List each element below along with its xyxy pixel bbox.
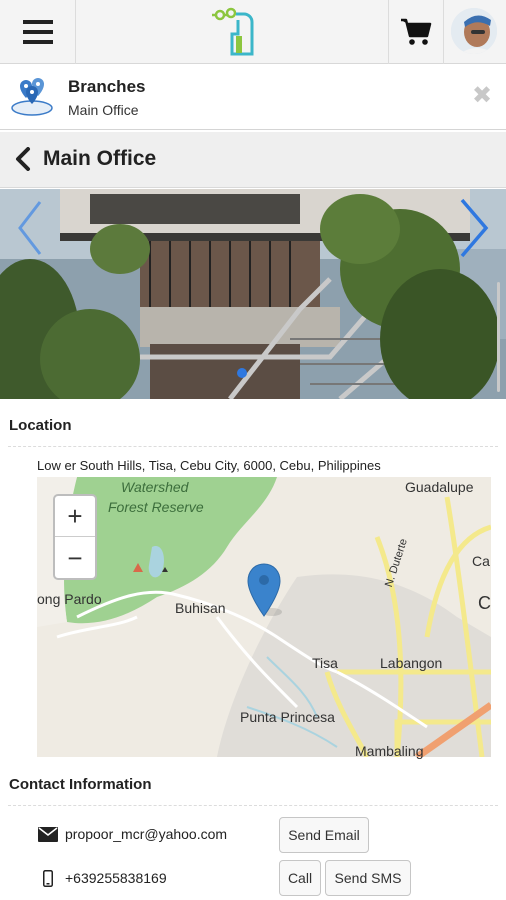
map-pin-icon[interactable] <box>246 562 282 618</box>
carousel-prev-arrow-icon[interactable] <box>14 198 44 258</box>
branch-title: Branches <box>68 77 146 96</box>
location-divider <box>8 446 498 447</box>
map-label-guadalupe: Guadalupe <box>405 479 474 495</box>
branch-subtitle: Main Office <box>68 102 139 118</box>
menu-button[interactable] <box>0 0 76 64</box>
phone-number: +639255838169 <box>65 870 167 886</box>
carousel-indicator-dot[interactable] <box>237 368 247 378</box>
map-label-watershed: Watershed <box>121 479 189 495</box>
phone-row: +639255838169 <box>37 869 167 887</box>
branch-address: Low er South Hills, Tisa, Cebu City, 600… <box>37 458 381 473</box>
branch-photo <box>0 189 506 399</box>
map-label-forest-reserve: Forest Reserve <box>108 499 204 515</box>
app-logo <box>212 7 254 56</box>
map-label-labangon: Labangon <box>380 655 443 671</box>
email-row: propoor_mcr@yahoo.com <box>37 825 227 843</box>
cart-button[interactable] <box>388 0 444 64</box>
send-email-button[interactable]: Send Email <box>279 817 369 853</box>
hamburger-menu-icon <box>22 20 53 44</box>
call-button[interactable]: Call <box>279 860 321 896</box>
app-header <box>0 0 506 64</box>
map-zoom-control: + − <box>53 494 97 580</box>
branch-selector[interactable]: Branches Main Office ✖ <box>0 66 506 130</box>
branches-map-pins-icon <box>11 78 53 116</box>
envelope-icon <box>37 825 59 843</box>
close-icon[interactable]: ✖ <box>472 84 492 108</box>
shopping-cart-icon <box>401 18 432 45</box>
zoom-out-button[interactable]: − <box>55 537 95 578</box>
map-label-punta-princesa: Punta Princesa <box>240 709 335 725</box>
send-sms-button[interactable]: Send SMS <box>325 860 411 896</box>
map-label-mambaling: Mambaling <box>355 743 424 759</box>
photo-carousel[interactable] <box>0 189 506 399</box>
zoom-in-button[interactable]: + <box>55 496 95 537</box>
scrollbar[interactable] <box>497 282 500 392</box>
user-avatar[interactable] <box>451 8 497 54</box>
map-label-ca: Ca <box>472 553 490 569</box>
page-title: Main Office <box>43 147 157 170</box>
map-label-c: C <box>478 593 491 613</box>
map-label-tisa: Tisa <box>312 655 338 671</box>
contact-heading: Contact Information <box>9 776 152 793</box>
back-chevron-icon[interactable] <box>14 147 32 171</box>
email-address: propoor_mcr@yahoo.com <box>65 826 228 842</box>
location-heading: Location <box>9 417 72 434</box>
page-header: Main Office <box>0 132 506 188</box>
contact-divider <box>8 805 498 806</box>
mobile-phone-icon <box>37 869 59 887</box>
carousel-next-arrow-icon[interactable] <box>456 196 492 260</box>
map-label-buhisan: Buhisan <box>175 600 226 616</box>
avatar-photo <box>451 8 497 54</box>
map-label-pardo: ong Pardo <box>37 591 102 607</box>
